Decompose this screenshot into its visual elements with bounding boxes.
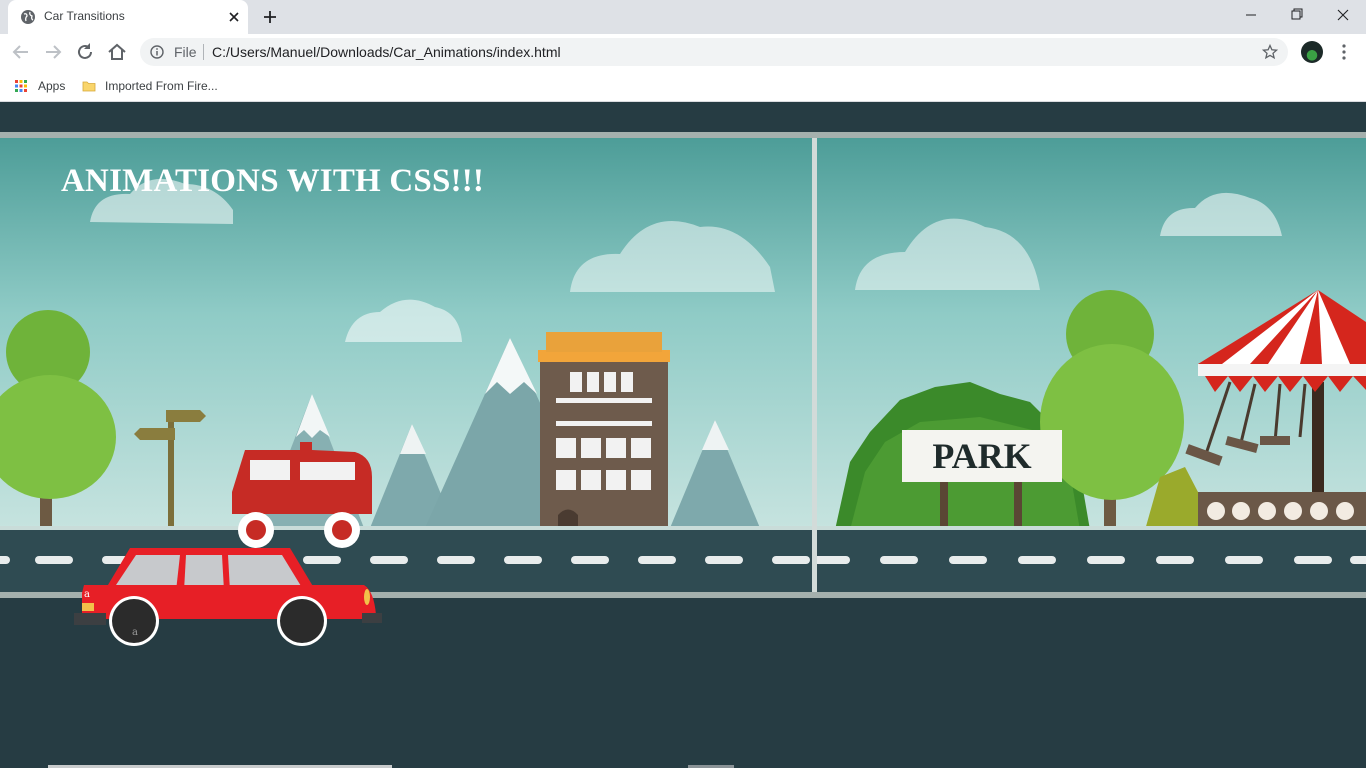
car-mark-wheel: a — [132, 627, 138, 638]
minimize-icon[interactable] — [1228, 0, 1274, 30]
park-sign-text: PARK — [932, 436, 1031, 476]
car-mark-front: a — [84, 589, 90, 600]
globe-icon — [21, 10, 35, 24]
folder-icon — [82, 81, 96, 92]
reload-icon[interactable] — [73, 40, 97, 64]
tab-strip: Car Transitions — [0, 0, 1366, 34]
animated-red-car: a a — [74, 548, 382, 646]
close-window-icon[interactable] — [1320, 0, 1366, 30]
page-content: PARK ANIMATIONS WITH CSS!!! a a — [0, 103, 1366, 768]
url-text[interactable]: C:/Users/Manuel/Downloads/Car_Animations… — [212, 45, 561, 60]
more-menu-icon[interactable] — [1336, 42, 1352, 62]
bookmark-folder-imported[interactable]: Imported From Fire... — [76, 76, 236, 96]
restore-icon[interactable] — [1274, 0, 1320, 30]
back-arrow-icon[interactable] — [9, 40, 33, 64]
sidewalk-edge — [0, 526, 1366, 530]
address-scheme-label: File — [174, 44, 197, 60]
address-bar[interactable]: File C:/Users/Manuel/Downloads/Car_Anima… — [140, 38, 1288, 66]
info-icon[interactable] — [150, 45, 164, 59]
panel-seam — [812, 138, 817, 592]
bookmark-apps-label: Apps — [38, 79, 66, 93]
new-tab-icon[interactable] — [258, 6, 282, 28]
profile-avatar[interactable] — [1301, 41, 1323, 63]
apartment-building — [538, 332, 670, 530]
home-icon[interactable] — [105, 40, 129, 64]
tab-title: Car Transitions — [44, 9, 125, 23]
forward-arrow-icon[interactable] — [41, 40, 65, 64]
address-separator — [203, 44, 204, 60]
browser-toolbar: File C:/Users/Manuel/Downloads/Car_Anima… — [0, 34, 1366, 70]
bookmark-star-icon[interactable] — [1262, 44, 1278, 60]
bookmarks-bar: Apps Imported From Fire... — [0, 70, 1366, 102]
close-tab-icon[interactable] — [226, 9, 242, 25]
bookmark-folder-label: Imported From Fire... — [105, 79, 218, 93]
apps-grid-icon — [15, 80, 27, 92]
page-title: ANIMATIONS WITH CSS!!! — [61, 163, 485, 199]
city-background-scene: PARK — [0, 132, 1366, 598]
top-border-strip — [0, 132, 1366, 138]
tab-car-transitions[interactable]: Car Transitions — [8, 0, 248, 34]
